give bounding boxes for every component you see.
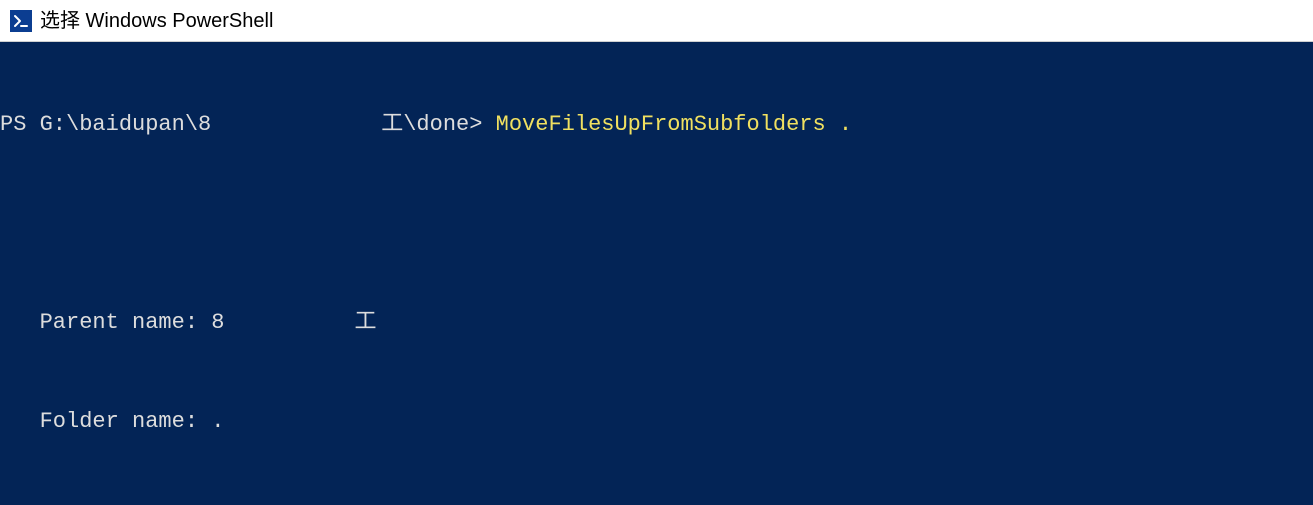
blank-line	[0, 207, 1313, 240]
info-folder-name: Folder name: .	[0, 405, 1313, 438]
info-parent-name: Parent name: 8 工	[0, 306, 1313, 339]
redacted-text	[224, 309, 354, 331]
powershell-window: 选择 Windows PowerShell PS G:\baidupan\8 工\…	[0, 0, 1313, 505]
info-parent-suffix: 工	[354, 310, 376, 335]
prompt-path-prefix: PS G:\baidupan\8	[0, 112, 211, 137]
info-parent-label: Parent name: 8	[0, 310, 224, 335]
prompt-path-suffix: 工\done>	[381, 112, 495, 137]
terminal-body[interactable]: PS G:\baidupan\8 工\done> MoveFilesUpFromS…	[0, 42, 1313, 505]
command-text: MoveFilesUpFromSubfolders .	[496, 112, 852, 137]
powershell-icon	[10, 10, 32, 32]
titlebar[interactable]: 选择 Windows PowerShell	[0, 0, 1313, 42]
titlebar-title: 选择 Windows PowerShell	[40, 6, 273, 36]
prompt-line-1: PS G:\baidupan\8 工\done> MoveFilesUpFromS…	[0, 108, 1313, 141]
redacted-text	[211, 111, 381, 133]
